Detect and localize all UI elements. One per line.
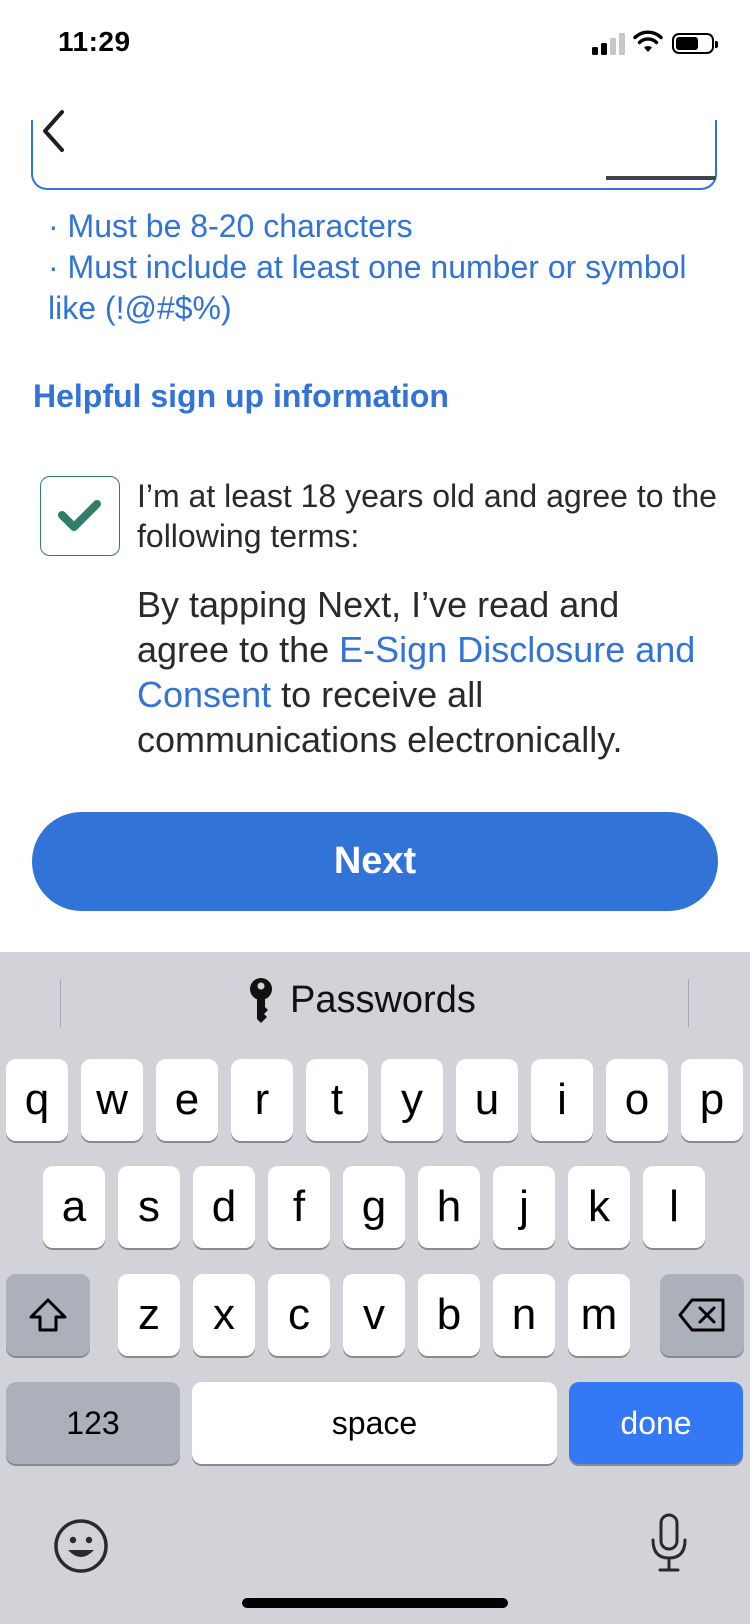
wifi-icon	[633, 30, 663, 52]
key-n[interactable]: n	[493, 1274, 555, 1356]
key-a[interactable]: a	[43, 1166, 105, 1248]
key-m[interactable]: m	[568, 1274, 630, 1356]
space-key[interactable]: space	[192, 1382, 557, 1464]
key-r[interactable]: r	[231, 1059, 293, 1141]
esign-consent-text: By tapping Next, I’ve read and agree to …	[137, 582, 717, 762]
passwords-suggestion[interactable]: Passwords	[248, 977, 476, 1023]
key-icon	[250, 978, 272, 1023]
key-f[interactable]: f	[268, 1166, 330, 1248]
cellular-signal-icon	[592, 33, 625, 55]
checkmark-icon	[58, 500, 101, 531]
key-b[interactable]: b	[418, 1274, 480, 1356]
key-v[interactable]: v	[343, 1274, 405, 1356]
age-consent-label: I’m at least 18 years old and agree to t…	[137, 478, 717, 554]
key-t[interactable]: t	[306, 1059, 368, 1141]
delete-icon	[678, 1298, 725, 1332]
key-x[interactable]: x	[193, 1274, 255, 1356]
done-key[interactable]: done	[569, 1382, 743, 1464]
age-consent-checkbox[interactable]	[40, 476, 120, 556]
key-q[interactable]: q	[6, 1059, 68, 1141]
key-i[interactable]: i	[531, 1059, 593, 1141]
key-j[interactable]: j	[493, 1166, 555, 1248]
password-rule: · Must include at least one number or sy…	[48, 249, 687, 326]
key-k[interactable]: k	[568, 1166, 630, 1248]
status-time: 11:29	[58, 26, 131, 57]
suggestion-divider	[60, 979, 61, 1027]
key-e[interactable]: e	[156, 1059, 218, 1141]
suggestion-divider	[688, 979, 689, 1027]
key-w[interactable]: w	[81, 1059, 143, 1141]
key-h[interactable]: h	[418, 1166, 480, 1248]
key-c[interactable]: c	[268, 1274, 330, 1356]
key-o[interactable]: o	[606, 1059, 668, 1141]
password-rules: · Must be 8-20 characters · Must include…	[48, 206, 708, 329]
passwords-label: Passwords	[290, 978, 476, 1021]
key-d[interactable]: d	[193, 1166, 255, 1248]
next-button[interactable]: Next	[32, 812, 718, 911]
key-g[interactable]: g	[343, 1166, 405, 1248]
shift-key[interactable]	[6, 1274, 90, 1356]
key-y[interactable]: y	[381, 1059, 443, 1141]
key-l[interactable]: l	[643, 1166, 705, 1248]
key-s[interactable]: s	[118, 1166, 180, 1248]
shift-arrow-icon	[29, 1298, 67, 1332]
helpful-signup-info-link[interactable]: Helpful sign up information	[33, 378, 449, 415]
key-p[interactable]: p	[681, 1059, 743, 1141]
battery-icon	[672, 33, 718, 54]
password-rule: · Must be 8-20 characters	[48, 208, 413, 244]
backspace-key[interactable]	[660, 1274, 744, 1356]
microphone-icon[interactable]	[648, 1512, 690, 1574]
numbers-key[interactable]: 123	[6, 1382, 180, 1464]
key-u[interactable]: u	[456, 1059, 518, 1141]
emoji-icon[interactable]	[53, 1518, 109, 1574]
password-strength-bar	[606, 176, 716, 180]
key-z[interactable]: z	[118, 1274, 180, 1356]
home-indicator	[242, 1598, 508, 1608]
